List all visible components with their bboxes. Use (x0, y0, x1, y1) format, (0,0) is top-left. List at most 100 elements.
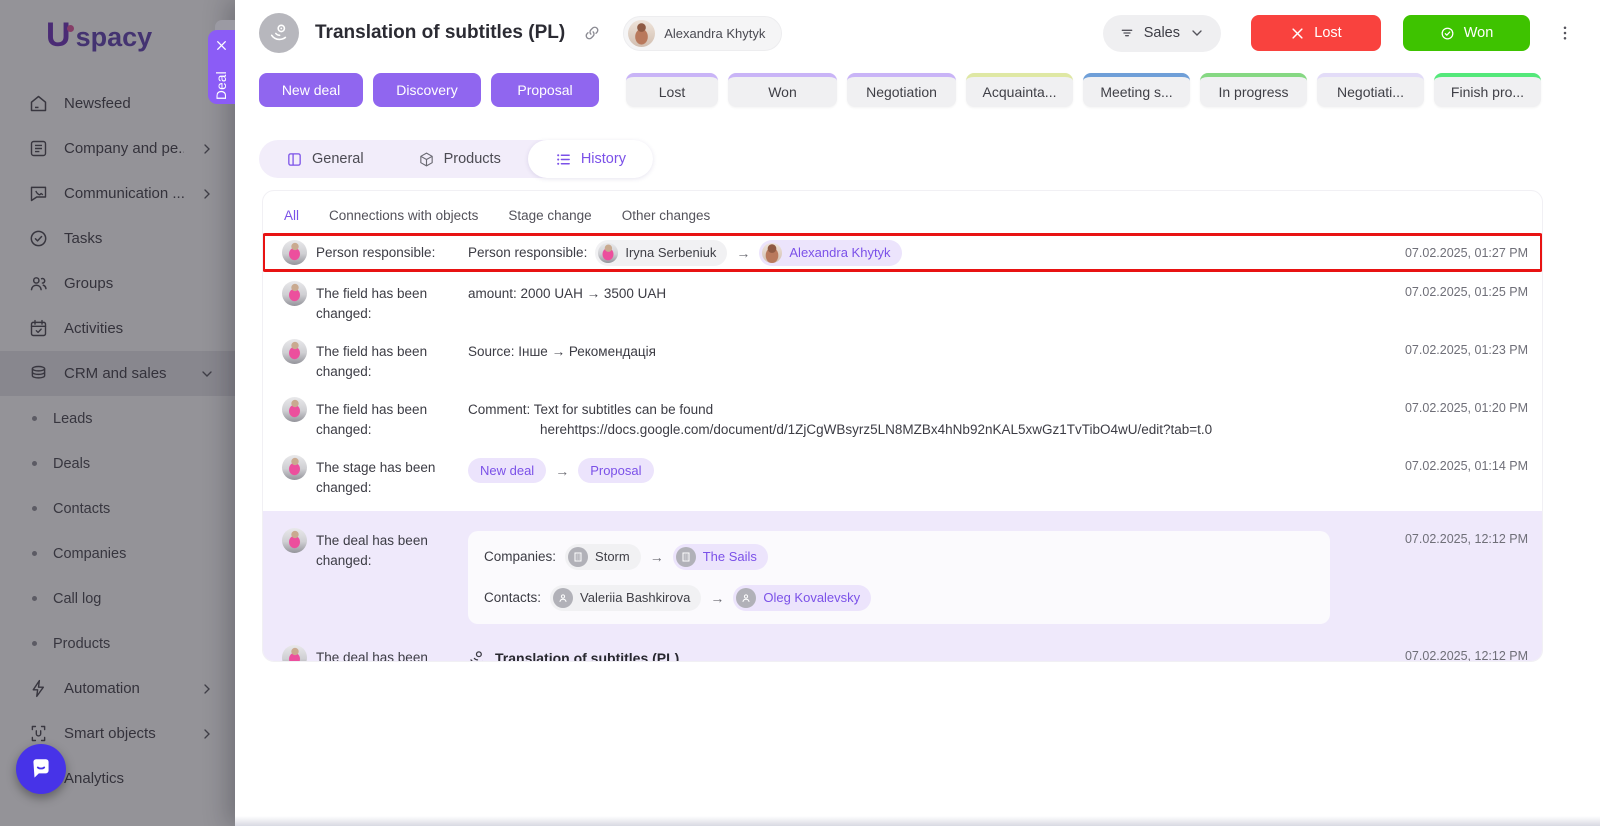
more-actions-icon[interactable] (1556, 24, 1574, 42)
copy-link-icon[interactable] (583, 24, 601, 42)
tab-general[interactable]: General (259, 140, 391, 178)
stage-acquaintance[interactable]: Acquainta... (966, 73, 1073, 107)
stage-lost[interactable]: Lost (626, 73, 718, 107)
history-row-content: Person responsible: Iryna Serbeniuk → Al… (468, 239, 1370, 266)
avatar (598, 242, 619, 263)
history-row-comment-changed[interactable]: The field has been changed: Comment: Tex… (263, 390, 1542, 448)
created-deal-title: Translation of subtitles (PL) (495, 650, 680, 662)
avatar (628, 19, 656, 47)
tab-history[interactable]: History (527, 140, 653, 178)
stage-finish[interactable]: Finish pro... (1434, 73, 1541, 107)
companies-change-line: Companies: Storm → The Sails (484, 544, 1314, 570)
arrow-icon: → (555, 462, 570, 479)
filter-all[interactable]: All (284, 208, 299, 223)
check-circle-icon (1441, 27, 1454, 39)
history-row-source-changed[interactable]: The field has been changed: Source: Інше… (263, 332, 1542, 390)
avatar (762, 242, 783, 263)
stage-meeting[interactable]: Meeting s... (1083, 73, 1190, 107)
deal-change-detail-card: Companies: Storm → The Sails Contacts: V… (468, 531, 1330, 624)
chevron-down-icon (1192, 30, 1202, 36)
old-company-chip[interactable]: Storm (565, 544, 641, 570)
old-contact-name: Valeriia Bashkirova (580, 590, 691, 605)
new-stage-chip[interactable]: Proposal (578, 458, 654, 483)
x-icon (1292, 27, 1303, 39)
history-row-content: Companies: Storm → The Sails Contacts: V… (468, 529, 1370, 624)
deal-slideover-panel: Deal Translation of subtitles (PL) Alexa… (208, 0, 1600, 826)
timestamp: 07.02.2025, 12:12 PM (1404, 532, 1528, 546)
history-row-person-responsible[interactable]: Person responsible: Person responsible: … (263, 233, 1542, 272)
new-contact-chip[interactable]: Oleg Kovalevsky (733, 585, 872, 611)
stage-discovery[interactable]: Discovery (373, 73, 481, 107)
stage-in-progress[interactable]: In progress (1200, 73, 1307, 107)
won-button[interactable]: Won (1403, 15, 1530, 51)
change-prefix: Person responsible: (468, 244, 588, 260)
new-company-name: The Sails (702, 549, 757, 564)
comment-line-2: herehttps://docs.google.com/document/d/1… (540, 422, 1213, 437)
history-row-label: The field has been changed: (316, 286, 428, 321)
chat-widget-button[interactable] (16, 744, 66, 794)
lost-button[interactable]: Lost (1251, 15, 1381, 51)
timestamp: 07.02.2025, 01:27 PM (1404, 245, 1528, 260)
tab-label: General (312, 151, 364, 167)
history-row-amount-changed[interactable]: The field has been changed: amount: 2000… (263, 274, 1542, 332)
contacts-change-line: Contacts: Valeriia Bashkirova → Oleg Kov… (484, 585, 1314, 611)
lost-button-label: Lost (1314, 25, 1342, 41)
close-icon[interactable] (215, 39, 228, 52)
tab-label: Products (443, 151, 501, 167)
panel-bottom-edge (235, 816, 1600, 826)
won-button-label: Won (1463, 25, 1494, 41)
history-row-label: The deal has been changed: (316, 533, 428, 568)
responsible-person-pill[interactable]: Alexandra Khytyk (623, 15, 783, 51)
filter-stage-change[interactable]: Stage change (508, 208, 591, 223)
funnel-selector[interactable]: Sales (1102, 14, 1221, 52)
stage-negotiation[interactable]: Negotiation (847, 73, 956, 107)
deal-side-tab[interactable]: Deal (208, 30, 235, 104)
timestamp: 07.02.2025, 01:23 PM (1404, 343, 1528, 357)
history-row-deal-created[interactable]: The deal has been created: Translation o… (263, 638, 1542, 662)
companies-label: Companies: (484, 549, 557, 564)
avatar (282, 455, 307, 480)
new-contact-name: Oleg Kovalevsky (763, 590, 861, 605)
avatar (282, 645, 307, 661)
history-row-content: amount: 2000 UAH → 3500 UAH (468, 286, 667, 301)
timestamp: 07.02.2025, 01:14 PM (1404, 459, 1528, 473)
new-company-chip[interactable]: The Sails (672, 544, 768, 570)
person-icon (553, 588, 574, 608)
old-stage-chip[interactable]: New deal (468, 458, 547, 483)
tab-products[interactable]: Products (391, 140, 528, 178)
comment-line-1: Comment: Text for subtitles can be found (468, 402, 714, 417)
history-row-label: The field has been changed: (316, 344, 428, 379)
history-row-stage-changed[interactable]: The stage has been changed: New deal → P… (263, 448, 1542, 506)
old-value-chip[interactable]: Iryna Serbeniuk (595, 239, 728, 266)
avatar (282, 397, 307, 422)
history-row-deal-changed[interactable]: The deal has been changed: Companies: St… (263, 521, 1542, 632)
old-person-name: Iryna Serbeniuk (625, 244, 717, 260)
history-row-label: The deal has been created: (316, 650, 428, 662)
arrow-icon: → (710, 590, 725, 606)
history-row-label: The stage has been changed: (316, 460, 436, 495)
history-creation-group: The deal has been changed: Companies: St… (263, 511, 1542, 662)
new-value-chip[interactable]: Alexandra Khytyk (759, 239, 902, 266)
filter-connections[interactable]: Connections with objects (329, 208, 478, 223)
modal-dim-overlay[interactable] (0, 0, 235, 826)
deal-icon (470, 651, 483, 661)
timestamp: 07.02.2025, 12:12 PM (1404, 649, 1528, 662)
deal-tab-label: Deal (214, 71, 229, 100)
stage-won[interactable]: Won (728, 73, 837, 107)
building-icon (568, 547, 589, 567)
old-contact-chip[interactable]: Valeriia Bashkirova (550, 585, 702, 611)
avatar (282, 281, 307, 306)
funnel-name: Sales (1143, 25, 1180, 41)
building-icon (675, 547, 696, 567)
history-row-label: Person responsible: (316, 244, 436, 260)
stage-new-deal[interactable]: New deal (259, 73, 363, 107)
page-title: Translation of subtitles (PL) (315, 22, 566, 43)
stage-proposal[interactable]: Proposal (491, 73, 599, 107)
history-card: All Connections with objects Stage chang… (262, 190, 1543, 662)
filter-other-changes[interactable]: Other changes (622, 208, 711, 223)
stage-negotiation-2[interactable]: Negotiati... (1317, 73, 1424, 107)
arrow-icon: → (736, 244, 751, 261)
history-row-content: Comment: Text for subtitles can be found… (468, 398, 1370, 440)
history-row-content: Translation of subtitles (PL) (468, 646, 1370, 662)
timestamp: 07.02.2025, 01:25 PM (1404, 285, 1528, 299)
